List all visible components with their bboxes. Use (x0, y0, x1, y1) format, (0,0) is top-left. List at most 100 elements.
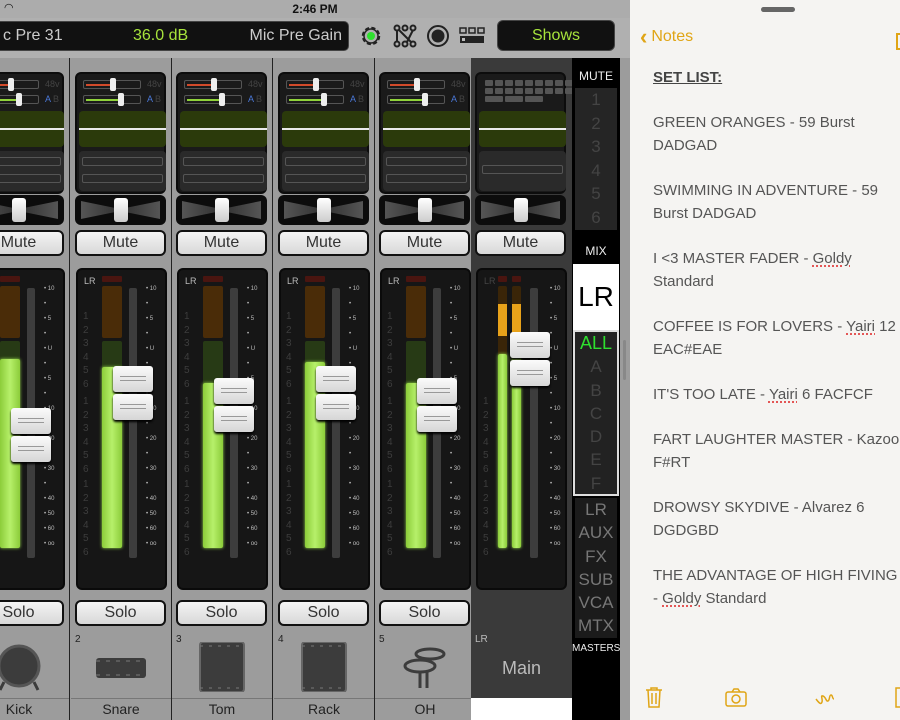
fader-cap-lower[interactable] (214, 406, 254, 432)
pan-control[interactable] (278, 195, 369, 225)
channel-processing[interactable]: 48v A B (75, 72, 166, 194)
pan-control[interactable] (0, 195, 64, 225)
channel-processing[interactable]: 48v A B (278, 72, 369, 194)
solo-button[interactable]: Solo (278, 600, 369, 626)
fader-cap[interactable] (113, 366, 153, 392)
set-list-item[interactable]: FART LAUGHTER MASTER - Kazoo F#RT (653, 428, 900, 474)
main-processing[interactable] (475, 72, 573, 194)
trim-slider[interactable] (387, 93, 445, 106)
gain-slider[interactable] (387, 78, 445, 91)
pan-control[interactable] (176, 195, 267, 225)
main-dynamics-display[interactable] (479, 151, 566, 191)
shows-button[interactable]: Shows (497, 20, 615, 51)
fader-cap-lower[interactable] (510, 360, 550, 386)
main-eq-display[interactable] (479, 111, 566, 147)
mute-button[interactable]: Mute (75, 230, 166, 256)
phantom-power-label[interactable]: 48v (45, 79, 60, 89)
channel-name[interactable]: OH (375, 698, 475, 720)
main-pan[interactable] (475, 195, 566, 225)
mix-group-button[interactable]: A (575, 355, 617, 378)
trim-slider[interactable] (286, 93, 344, 106)
masters-button[interactable]: FX (575, 545, 617, 568)
eq-display[interactable] (180, 111, 267, 147)
channel-processing[interactable]: 48v A B (0, 72, 64, 194)
channel-icon-area[interactable]: 5 (375, 628, 475, 698)
trim-slider[interactable] (83, 93, 141, 106)
fader-cap-lower[interactable] (113, 394, 153, 420)
input-b-label[interactable]: B (256, 94, 262, 104)
back-to-notes-button[interactable]: ‹ Notes (640, 26, 693, 48)
compose-new-icon[interactable] (894, 685, 900, 709)
pan-control[interactable] (75, 195, 166, 225)
fader-cap[interactable] (417, 378, 457, 404)
channel-processing[interactable]: 48v A B (176, 72, 267, 194)
channel-name[interactable]: Rack (274, 698, 374, 720)
layout-icon[interactable] (458, 22, 486, 50)
gain-slider[interactable] (184, 78, 242, 91)
input-b-label[interactable]: B (155, 94, 161, 104)
record-icon[interactable] (424, 22, 452, 50)
mute-button[interactable]: Mute (176, 230, 267, 256)
mute-group-button[interactable]: 6 (575, 206, 617, 230)
set-list-item[interactable]: SWIMMING IN ADVENTURE - 59 Burst DADGAD (653, 179, 900, 225)
phantom-power-label[interactable]: 48v (350, 79, 365, 89)
fader-cap[interactable] (510, 332, 550, 358)
mix-group-button[interactable]: F (575, 472, 617, 495)
dynamics-display[interactable] (180, 151, 267, 191)
slide-over-grabber[interactable] (761, 7, 795, 12)
main-mute-button[interactable]: Mute (475, 230, 566, 256)
mute-button[interactable]: Mute (379, 230, 470, 256)
mute-group-button[interactable]: 4 (575, 159, 617, 183)
dynamics-display[interactable] (282, 151, 369, 191)
channel-processing[interactable]: 48v A B (379, 72, 470, 194)
mute-button[interactable]: Mute (0, 230, 64, 256)
masters-button[interactable]: MTX (575, 614, 617, 637)
masters-button[interactable]: LR (575, 498, 617, 521)
input-b-label[interactable]: B (53, 94, 59, 104)
mute-group-button[interactable]: 1 (575, 88, 617, 112)
masters-button[interactable]: SUB (575, 568, 617, 591)
fader-cap-lower[interactable] (11, 436, 51, 462)
fader-cap[interactable] (214, 378, 254, 404)
eq-display[interactable] (282, 111, 369, 147)
mute-group-button[interactable]: 3 (575, 135, 617, 159)
channel-name[interactable]: Snare (71, 698, 171, 720)
scrollbar[interactable] (623, 340, 626, 380)
gain-slider[interactable] (286, 78, 344, 91)
set-list-item[interactable]: IT'S TOO LATE - Yairi 6 FACFCF (653, 383, 900, 406)
input-a-label[interactable]: A (451, 94, 457, 104)
channel-icon-area[interactable] (0, 628, 69, 698)
solo-button[interactable]: Solo (379, 600, 470, 626)
mute-button[interactable]: Mute (278, 230, 369, 256)
fader-cap-lower[interactable] (316, 394, 356, 420)
fader-cap[interactable] (316, 366, 356, 392)
eq-display[interactable] (383, 111, 470, 147)
trim-slider[interactable] (0, 93, 39, 106)
mix-group-button[interactable]: C (575, 402, 617, 425)
gear-icon[interactable] (357, 22, 385, 50)
dynamics-display[interactable] (79, 151, 166, 191)
input-a-label[interactable]: A (350, 94, 356, 104)
mix-group-button[interactable]: ALL (575, 332, 617, 355)
fader-track[interactable] (530, 288, 538, 558)
sketch-icon[interactable] (813, 685, 837, 709)
fader-track[interactable] (332, 288, 340, 558)
set-list-item[interactable]: DROWSY SKYDIVE - Alvarez 6 DGDGBD (653, 496, 900, 542)
channel-icon-area[interactable]: 3 (172, 628, 272, 698)
input-a-label[interactable]: A (248, 94, 254, 104)
channel-name[interactable]: Kick (0, 698, 69, 720)
channel-name[interactable]: Tom (172, 698, 272, 720)
gain-slider[interactable] (83, 78, 141, 91)
routing-icon[interactable] (391, 22, 419, 50)
mix-group-button[interactable]: E (575, 448, 617, 471)
phantom-power-label[interactable]: 48v (147, 79, 162, 89)
input-a-label[interactable]: A (147, 94, 153, 104)
trash-icon[interactable] (642, 685, 666, 709)
input-a-label[interactable]: A (45, 94, 51, 104)
masters-button[interactable]: VCA (575, 591, 617, 614)
eq-display[interactable] (0, 111, 64, 147)
fader-cap-lower[interactable] (417, 406, 457, 432)
set-list-item[interactable]: I <3 MASTER FADER - Goldy Standard (653, 247, 900, 293)
channel-icon-area[interactable]: 2 (71, 628, 171, 698)
dynamics-display[interactable] (383, 151, 470, 191)
